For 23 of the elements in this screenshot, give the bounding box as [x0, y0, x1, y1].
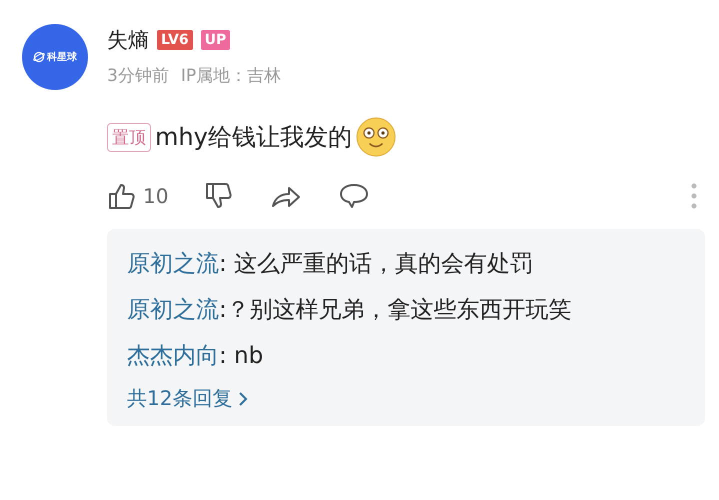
more-replies-link[interactable]: 共12条回复 [127, 385, 685, 412]
thumbs-up-icon[interactable] [107, 181, 137, 211]
up-badge: UP [200, 30, 230, 50]
post-time: 3分钟前 [107, 65, 169, 87]
reply-text: 原初之流: 这么严重的话，真的会有处罚 [127, 250, 534, 279]
thumbs-down-icon[interactable] [204, 181, 234, 211]
avatar[interactable]: 科星球 [22, 24, 88, 90]
comment-icon[interactable] [338, 181, 370, 211]
reply-text: 杰杰内向: nb [127, 342, 264, 371]
avatar-label: 科星球 [47, 50, 77, 64]
emoji-icon [356, 117, 396, 157]
author-name[interactable]: 失熵 [107, 26, 149, 54]
ip-location: IP属地：吉林 [180, 65, 282, 87]
reply-author[interactable]: 杰杰内向 [127, 343, 219, 369]
level-badge: LV6 [157, 30, 193, 50]
like-count: 10 [143, 184, 168, 208]
comment-text: mhy给钱让我发的 [155, 122, 352, 153]
chevron-icon [238, 390, 248, 406]
planet-icon [33, 51, 45, 63]
pinned-tag: 置顶 [107, 122, 151, 152]
reply-author[interactable]: 原初之流 [127, 251, 219, 277]
reply-text: 原初之流:？别这样兄弟，拿这些东西开玩笑 [127, 296, 573, 325]
reply-author[interactable]: 原初之流 [127, 297, 219, 323]
